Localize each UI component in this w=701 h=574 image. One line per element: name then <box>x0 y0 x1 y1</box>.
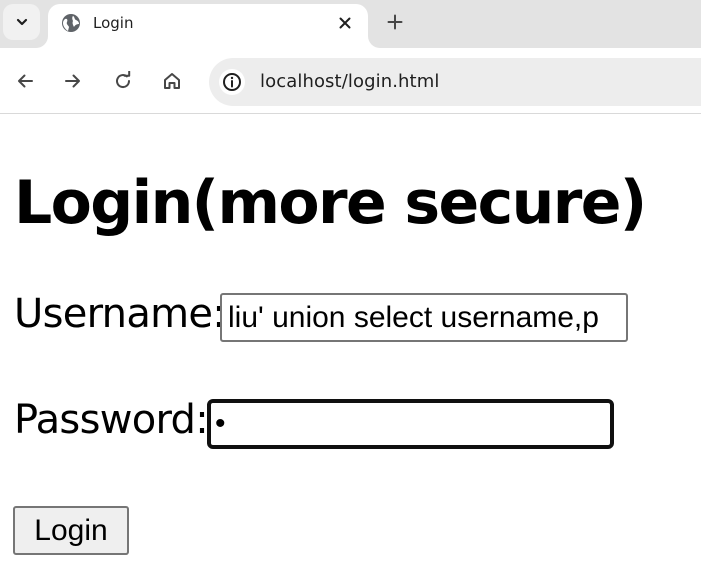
url-text[interactable]: localhost/login.html <box>260 70 439 94</box>
password-input[interactable]: • <box>207 399 614 449</box>
login-button[interactable]: Login <box>13 506 129 555</box>
username-label: Username: <box>14 291 226 337</box>
site-info-button[interactable] <box>219 69 245 95</box>
tab-strip: Login <box>0 0 701 50</box>
home-icon <box>164 73 180 89</box>
new-tab-button[interactable] <box>383 10 407 34</box>
home-button[interactable] <box>159 68 185 94</box>
tab-close-button[interactable] <box>334 12 356 34</box>
forward-button[interactable] <box>60 68 86 94</box>
info-icon <box>223 73 241 91</box>
tab-title: Login <box>93 14 134 32</box>
arrow-right-icon <box>65 74 80 88</box>
back-button[interactable] <box>12 68 38 94</box>
page-title: Login(more secure) <box>14 168 647 238</box>
reload-icon <box>116 71 131 89</box>
chevron-down-icon <box>16 18 27 26</box>
browser-toolbar: localhost/login.html <box>0 48 701 114</box>
close-icon <box>339 17 351 29</box>
address-bar[interactable]: localhost/login.html <box>209 58 701 106</box>
tab-login[interactable]: Login <box>48 4 368 50</box>
reload-button[interactable] <box>110 68 136 94</box>
tab-search-button[interactable] <box>3 4 40 40</box>
globe-icon <box>62 14 80 32</box>
password-label: Password: <box>14 397 209 443</box>
arrow-left-icon <box>18 74 33 88</box>
username-input[interactable]: liu' union select username,p <box>220 293 628 342</box>
plus-icon <box>387 14 403 30</box>
